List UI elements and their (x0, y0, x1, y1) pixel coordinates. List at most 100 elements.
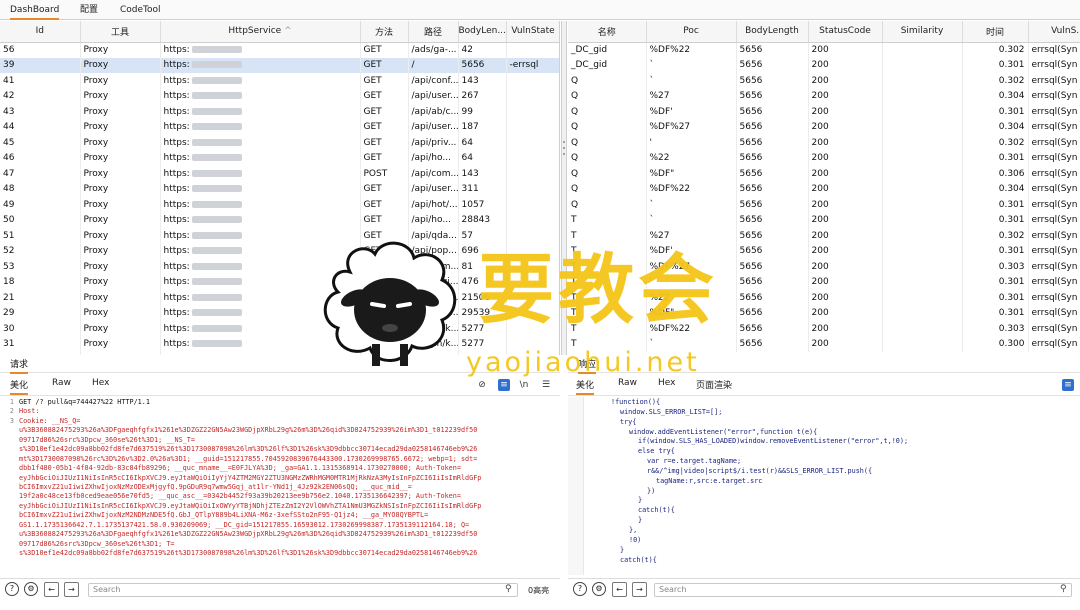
wrap-lines-icon[interactable]: ≡ (498, 379, 510, 391)
cell-time: 0.303 (962, 321, 1029, 337)
cell-id-text: 39 (3, 60, 15, 71)
table-row[interactable]: _DC_gid %DF%22 5656 200 0.302 errsql(Syn (568, 42, 1080, 58)
table-row[interactable]: 29 Proxy https: GET/bbs/logi... 29539 (0, 305, 559, 321)
tab-codetool[interactable]: CodeTool (120, 0, 161, 20)
arrow-right-icon[interactable]: → (64, 582, 79, 597)
table-row[interactable]: 21 Proxy https: GET/bbs/logi... 21506 (0, 290, 559, 306)
menu-icon[interactable]: ☰ (540, 379, 552, 391)
cell-tool-text: Proxy (83, 277, 109, 288)
table-row[interactable]: 46 Proxy https: GET/api/ho... 64 (0, 150, 559, 166)
cell-similarity (882, 243, 963, 259)
highlight-count: 0高亮 (528, 586, 550, 595)
request-search-input[interactable]: Search (88, 583, 518, 597)
help-icon[interactable]: ? (573, 582, 587, 596)
table-row[interactable]: 43 Proxy https: GET/api/ab/c... 99 (0, 104, 559, 120)
table-row[interactable]: 49 Proxy https: GET/api/hot/... 1057 (0, 197, 559, 213)
response-editor[interactable]: !function(){window.SLS_ERROR_LIST=[]; try… (585, 397, 1080, 575)
cell-httpservice-text: https: (163, 308, 190, 319)
col-similarity[interactable]: Similarity (882, 21, 963, 43)
tab-response-raw[interactable]: Raw (618, 378, 637, 388)
col-httpservice[interactable]: HttpService ^ (160, 21, 361, 43)
table-row[interactable]: Q %DF" 5656 200 0.306 errsql(Syn (568, 166, 1080, 182)
cell-id: 48 (0, 181, 81, 197)
tab-response-render[interactable]: 页面渲染 (696, 378, 732, 391)
tab-request-hex[interactable]: Hex (92, 378, 109, 388)
table-row[interactable]: 47 Proxy https: POST/api/com... 143 (0, 166, 559, 182)
cell-path-text: /api/conf... (411, 75, 458, 86)
cell-method-text: GET (363, 122, 382, 133)
cell-time: 0.301 (962, 243, 1029, 259)
col-poc[interactable]: Poc (646, 21, 737, 43)
table-row[interactable]: 51 Proxy https: GET/api/qda... 57 (0, 228, 559, 244)
table-row[interactable]: 30 Proxy https: GET/plugin/k... 5277 (0, 321, 559, 337)
table-row[interactable]: Q %DF' 5656 200 0.301 errsql(Syn (568, 104, 1080, 120)
table-row[interactable]: 48 Proxy https: GET/api/user... 311 (0, 181, 559, 197)
tab-request-raw[interactable]: Raw (52, 378, 71, 388)
response-search-input[interactable]: Search (654, 583, 1072, 597)
cell-bodylength: 5656 (736, 135, 809, 151)
cell-httpservice-text: https: (163, 106, 190, 117)
cell-poc: %DF%27 (646, 119, 737, 135)
table-row[interactable]: 56 Proxy https: GET/ads/ga-... 42 (0, 42, 559, 58)
col-vulnstate[interactable]: VulnState (506, 21, 559, 43)
table-row[interactable]: Q %22 5656 200 0.301 errsql(Syn (568, 150, 1080, 166)
cell-time: 0.306 (962, 166, 1029, 182)
col-statuscode[interactable]: StatusCode (808, 21, 883, 43)
cell-path-text: /plugin/k... (411, 339, 458, 350)
table-row[interactable]: 50 Proxy https: GET/api/ho... 28843 (0, 212, 559, 228)
wrap-lines-icon[interactable]: ≡ (1062, 379, 1074, 391)
gear-icon[interactable]: ⚙ (24, 582, 38, 596)
col-id[interactable]: Id (0, 21, 81, 43)
cell-httpservice: https: (160, 352, 361, 355)
arrow-left-icon[interactable]: ← (612, 582, 627, 597)
table-row[interactable]: Q %27 5656 200 0.304 errsql(Syn (568, 88, 1080, 104)
help-icon[interactable]: ? (5, 582, 19, 596)
tab-response-hex[interactable]: Hex (658, 378, 675, 388)
table-row[interactable]: _DC_gid ` 5656 200 0.301 errsql(Syn (568, 57, 1080, 73)
cell-bodylength-text: 1057 (461, 199, 485, 210)
tab-config[interactable]: 配置 (80, 0, 98, 20)
table-row[interactable]: Q ` 5656 200 0.301 errsql(Syn (568, 197, 1080, 213)
table-row[interactable]: 53 Proxy https: GET/api/com... 81 (0, 259, 559, 275)
table-row[interactable]: T ` 5656 200 0.301 errsql(Syn (568, 212, 1080, 228)
table-row[interactable]: Q %DF%22 5656 200 0.304 errsql(Syn (568, 181, 1080, 197)
col-method[interactable]: 方法 (360, 21, 409, 43)
eye-off-icon[interactable]: ⊘ (476, 379, 488, 391)
col-path[interactable]: 路径 (408, 21, 459, 43)
table-row[interactable]: 41 Proxy https: GET/api/conf... 143 (0, 73, 559, 89)
table-row[interactable]: 52 Proxy https: GET/api/pop... 696 (0, 243, 559, 259)
cell-method: GET (360, 259, 409, 275)
gear-icon[interactable]: ⚙ (592, 582, 606, 596)
col-bodylength[interactable]: BodyLength (736, 21, 809, 43)
cell-time: 0.301 (962, 57, 1029, 73)
table-row[interactable]: Q ' 5656 200 0.302 errsql(Syn (568, 135, 1080, 151)
arrow-right-icon[interactable]: → (632, 582, 647, 597)
cell-method-text: GET (363, 75, 382, 86)
col-time[interactable]: 时间 (962, 21, 1029, 43)
table-row[interactable]: 45 Proxy https: GET/api/priv... 64 (0, 135, 559, 151)
tab-request-pretty[interactable]: 美化 (10, 378, 29, 395)
redacted-host (191, 216, 242, 224)
table-row[interactable]: 42 Proxy https: GET/api/user... 267 (0, 88, 559, 104)
cell-method-text: GET (363, 308, 382, 319)
table-row[interactable]: Q %DF%27 5656 200 0.304 errsql(Syn (568, 119, 1080, 135)
cell-path: /api/pop... (408, 243, 459, 259)
col-bodylength[interactable]: BodyLen... (458, 21, 507, 43)
col-tool[interactable]: 工具 (80, 21, 161, 43)
col-vulnstate[interactable]: VulnS... (1028, 21, 1080, 43)
cell-path: /plugin/k... (408, 321, 459, 337)
request-editor[interactable]: 1 GET /? pull&q=744427%22 HTTP/1.1 2 Host: … (0, 397, 560, 575)
table-row[interactable]: 18 Proxy https: POST/bbs/logi... 476 (0, 274, 559, 290)
cell-tool-text: Proxy (83, 60, 109, 71)
newline-icon[interactable]: \n (518, 379, 530, 391)
col-name[interactable]: 名称 (568, 21, 647, 43)
code-text: 09717d86%26src%3Dpcw_360se%26t%3D1; __NS… (19, 435, 195, 444)
table-row[interactable]: 44 Proxy https: GET/api/user... 187 (0, 119, 559, 135)
table-row[interactable]: Q ` 5656 200 0.302 errsql(Syn (568, 73, 1080, 89)
arrow-left-icon[interactable]: ← (44, 582, 59, 597)
tab-dashboard[interactable]: DashBoard (10, 0, 60, 20)
cell-similarity (882, 274, 963, 290)
cell-vulnstate: errsql(Syn (1028, 336, 1080, 352)
tab-response-pretty[interactable]: 美化 (576, 378, 595, 395)
table-row[interactable]: 39 Proxy https: GET / 5656 -errsql (0, 57, 559, 73)
